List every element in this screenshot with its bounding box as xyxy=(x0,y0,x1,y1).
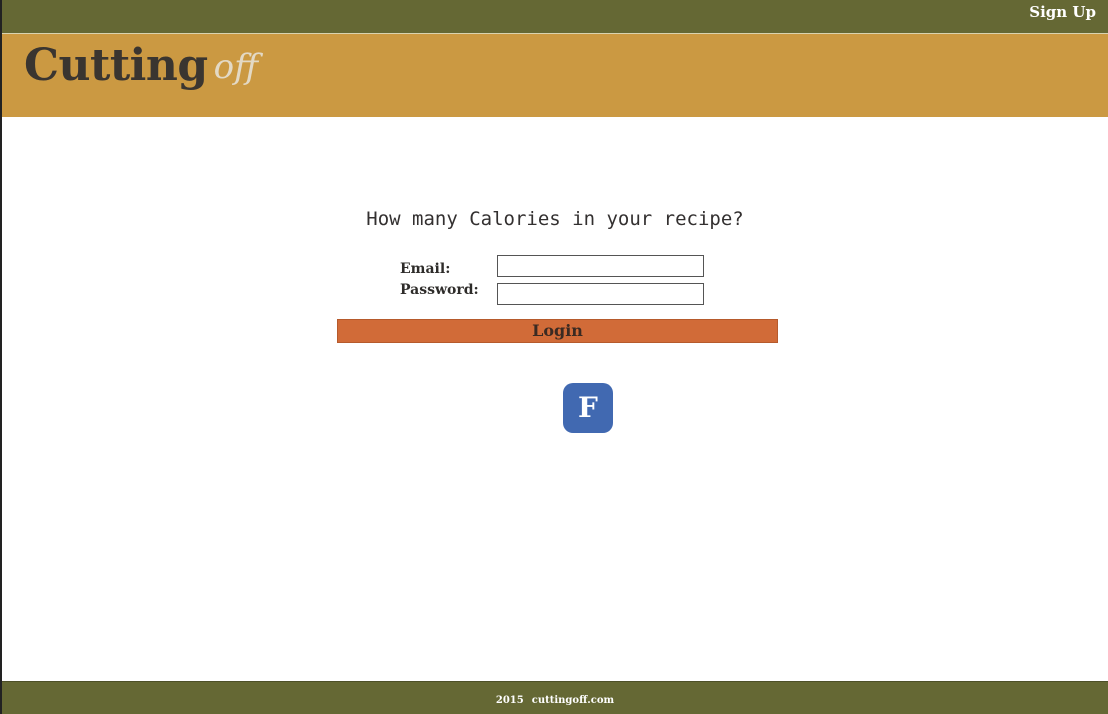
logo[interactable]: Cutting off xyxy=(24,40,258,91)
page: Sign Up Cutting off How many Calories in … xyxy=(0,0,1108,714)
facebook-icon[interactable]: F xyxy=(563,383,613,433)
sign-up-link[interactable]: Sign Up xyxy=(1029,3,1096,21)
page-title: How many Calories in your recipe? xyxy=(366,208,744,230)
footer-text: 2015 cuttingoff.com xyxy=(496,695,614,706)
email-label: Email: xyxy=(400,261,451,277)
footer: 2015 cuttingoff.com xyxy=(2,681,1108,714)
password-field[interactable] xyxy=(497,283,704,305)
top-bar: Sign Up xyxy=(2,0,1108,34)
password-label: Password: xyxy=(400,282,479,298)
login-button[interactable]: Login xyxy=(337,319,778,343)
logo-main-text: Cutting xyxy=(24,40,208,91)
logo-sub-text: off xyxy=(213,47,259,87)
footer-year: 2015 xyxy=(495,695,524,706)
footer-site-link[interactable]: cuttingoff.com xyxy=(532,695,614,706)
header-banner: Cutting off xyxy=(2,34,1108,117)
email-field[interactable] xyxy=(497,255,704,277)
